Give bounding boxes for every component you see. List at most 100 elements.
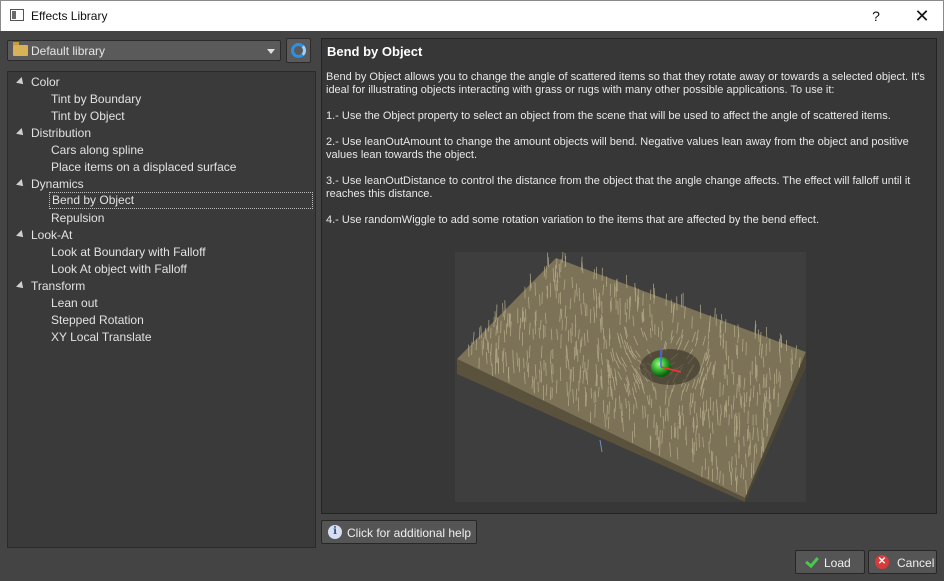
grass-blade bbox=[699, 304, 702, 319]
tree-label: Distribution bbox=[31, 126, 92, 140]
grass-blade bbox=[653, 414, 655, 429]
library-dropdown[interactable]: Default library bbox=[7, 40, 281, 61]
grass-blade bbox=[643, 308, 645, 322]
check-icon bbox=[805, 553, 819, 569]
grass-blade bbox=[693, 442, 695, 456]
grass-blade bbox=[566, 381, 568, 397]
refresh-library-button[interactable] bbox=[286, 38, 311, 63]
grass-blade bbox=[475, 338, 477, 351]
effect-preview-image bbox=[455, 252, 806, 502]
grass-blade bbox=[742, 338, 744, 352]
description-paragraph: 4.- Use randomWiggle to add some rotatio… bbox=[326, 214, 820, 226]
grass-blade bbox=[763, 393, 766, 404]
grass-blade bbox=[708, 441, 710, 454]
grass-blade bbox=[738, 444, 740, 459]
grass-blade bbox=[486, 339, 489, 350]
grass-blade bbox=[560, 258, 562, 273]
tree-label: Look At object with Falloff bbox=[51, 262, 187, 276]
grass-blade bbox=[756, 392, 758, 406]
grass-blade bbox=[575, 388, 577, 401]
refresh-icon bbox=[291, 43, 306, 58]
tree-label: Place items on a displaced surface bbox=[51, 160, 237, 174]
tree-category-look-at[interactable]: Look-At bbox=[8, 227, 313, 244]
load-label: Load bbox=[824, 556, 851, 570]
description-paragraph: 1.- Use the Object property to select an… bbox=[326, 110, 891, 122]
grass-blade bbox=[629, 296, 631, 308]
tree-label: Color bbox=[31, 75, 60, 89]
load-button[interactable]: Load bbox=[795, 550, 865, 574]
grass-blade bbox=[617, 300, 619, 315]
grass-blade bbox=[735, 466, 737, 481]
cancel-label: Cancel bbox=[897, 556, 935, 570]
expand-arrow-icon[interactable] bbox=[16, 281, 26, 291]
grass-blade bbox=[498, 335, 500, 350]
additional-help-button[interactable]: i Click for additional help bbox=[321, 520, 477, 544]
description-paragraph: 2.- Use leanOutAmount to change the amou… bbox=[326, 136, 909, 161]
tree-item-stepped-rotation[interactable]: Stepped Rotation bbox=[8, 312, 313, 329]
grass-blade bbox=[753, 444, 756, 460]
tree-label: Look-At bbox=[31, 228, 73, 242]
tree-label: Stepped Rotation bbox=[51, 313, 144, 327]
app-window-icon bbox=[10, 9, 24, 21]
grass-blade bbox=[543, 266, 546, 277]
grass-blade bbox=[575, 340, 578, 356]
tree-item-tint-by-boundary[interactable]: Tint by Boundary bbox=[8, 91, 313, 108]
expand-arrow-icon[interactable] bbox=[16, 77, 26, 87]
additional-help-label: Click for additional help bbox=[347, 526, 472, 540]
expand-arrow-icon[interactable] bbox=[16, 230, 26, 240]
effect-description: Bend by Object allows you to change the … bbox=[326, 71, 932, 240]
window-title: Effects Library bbox=[31, 9, 108, 23]
grass-blade bbox=[573, 346, 576, 360]
tree-label: Bend by Object bbox=[49, 192, 313, 209]
grass-blade bbox=[571, 276, 573, 288]
tree-item-bend-by-object[interactable]: Bend by Object bbox=[8, 192, 313, 210]
tree-item-lean-out[interactable]: Lean out bbox=[8, 295, 313, 312]
tree-item-cars-along-spline[interactable]: Cars along spline bbox=[8, 142, 313, 159]
grass-blade bbox=[549, 282, 552, 298]
cancel-icon: ✕ bbox=[875, 555, 889, 569]
chevron-down-icon bbox=[267, 49, 275, 54]
close-button[interactable]: ✕ bbox=[907, 4, 937, 28]
cancel-button[interactable]: ✕ Cancel bbox=[868, 550, 937, 574]
grass-blade bbox=[670, 299, 673, 314]
tree-label: Tint by Object bbox=[51, 109, 125, 123]
tree-category-color[interactable]: Color bbox=[8, 74, 313, 91]
tree-item-repulsion[interactable]: Repulsion bbox=[8, 210, 313, 227]
help-button[interactable]: ? bbox=[861, 4, 891, 28]
tree-item-look-at-boundary-with-falloff[interactable]: Look at Boundary with Falloff bbox=[8, 244, 313, 261]
expand-arrow-icon[interactable] bbox=[16, 128, 26, 138]
grass-blade bbox=[609, 283, 612, 297]
tree-item-xy-local-translate[interactable]: XY Local Translate bbox=[8, 329, 313, 346]
grass-blade bbox=[748, 396, 751, 408]
tree-category-dynamics[interactable]: Dynamics bbox=[8, 176, 313, 193]
tree-category-transform[interactable]: Transform bbox=[8, 278, 313, 295]
tree-label: Dynamics bbox=[31, 177, 84, 191]
grass-blade bbox=[626, 274, 628, 289]
grass-blade bbox=[765, 326, 768, 339]
tree-category-distribution[interactable]: Distribution bbox=[8, 125, 313, 142]
grass-blade bbox=[642, 292, 644, 306]
tree-label: XY Local Translate bbox=[51, 330, 152, 344]
grass-blade bbox=[594, 403, 596, 418]
tree-item-place-items-on-a-displaced-surface[interactable]: Place items on a displaced surface bbox=[8, 159, 313, 176]
grass-blade bbox=[570, 369, 572, 382]
grass-blade bbox=[500, 320, 502, 334]
grass-blade bbox=[507, 366, 510, 379]
grass-blade bbox=[762, 437, 765, 453]
grass-blade bbox=[766, 373, 768, 388]
grass-blade bbox=[674, 427, 677, 438]
grass-blade bbox=[600, 368, 602, 382]
effects-tree[interactable]: Color Tint by Boundary Tint by Object Distr… bbox=[7, 71, 316, 548]
expand-arrow-icon[interactable] bbox=[16, 179, 26, 189]
tree-item-tint-by-object[interactable]: Tint by Object bbox=[8, 108, 313, 125]
grass-blade bbox=[560, 308, 563, 319]
tree-label: Lean out bbox=[51, 296, 98, 310]
grass-blade bbox=[702, 401, 705, 415]
tree-item-look-at-object-with-falloff[interactable]: Look At object with Falloff bbox=[8, 261, 313, 278]
description-panel: Bend by Object Bend by Object allows you… bbox=[321, 38, 937, 514]
grass-blade bbox=[642, 405, 644, 419]
effect-title: Bend by Object bbox=[327, 44, 423, 59]
grass-blade bbox=[633, 422, 636, 438]
tree-label: Cars along spline bbox=[51, 143, 144, 157]
tree-label: Look at Boundary with Falloff bbox=[51, 245, 206, 259]
